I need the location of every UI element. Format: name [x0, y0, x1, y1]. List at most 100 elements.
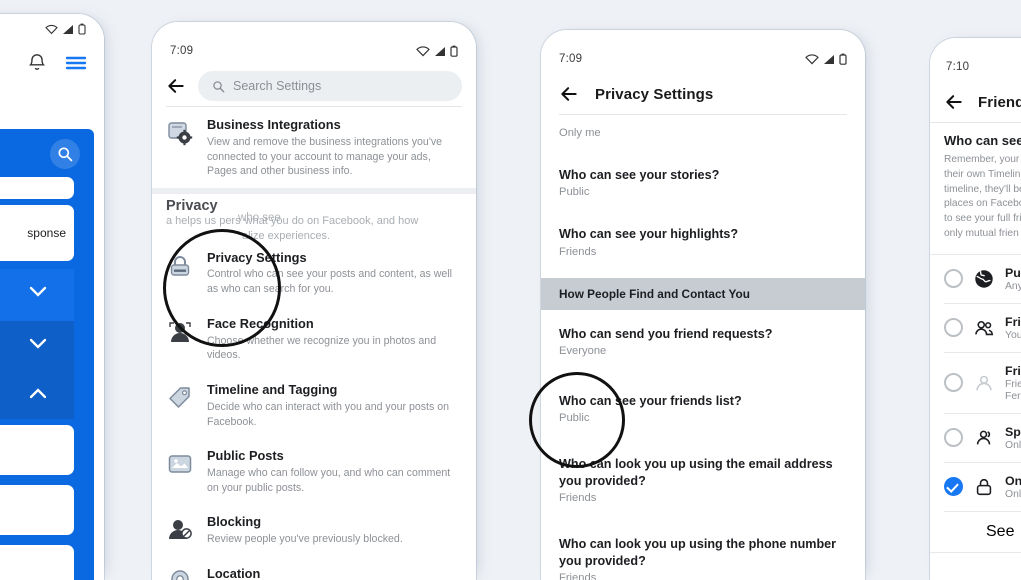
phone2-screen: 7:09 Search Settings Business Integratio… [152, 22, 476, 580]
back-arrow-icon[interactable] [944, 92, 964, 112]
status-clock: 7:09 [170, 45, 194, 57]
phone2-system-icons [416, 45, 458, 57]
qa-row-stories[interactable]: Who can see your stories? Public [541, 149, 865, 208]
row-subtitle: Review people you've previously blocked. [207, 533, 403, 546]
hamburger-menu-icon[interactable] [64, 53, 88, 78]
audience-option-public[interactable]: Pub Anyo [930, 255, 1021, 303]
row-subtitle: Decide who can interact with you and you… [207, 400, 450, 428]
signal-icon [63, 24, 73, 34]
phone1-collapsed-section-1[interactable] [0, 269, 74, 321]
back-arrow-icon[interactable] [559, 84, 579, 104]
block-user-icon [166, 516, 194, 544]
phone1-list-item[interactable] [0, 425, 74, 475]
bell-icon[interactable] [26, 52, 48, 79]
explainer-line: Remember, your f [944, 154, 1021, 165]
settings-row-location[interactable]: Location Manage your location settings. [152, 556, 476, 580]
radio-button[interactable] [944, 428, 963, 448]
row-title: Business Integrations [207, 117, 341, 132]
battery-icon [78, 23, 86, 35]
row-answer: Everyone [559, 345, 607, 358]
explainer-heading: Who can see [944, 133, 1021, 148]
row-title: Location [207, 565, 261, 580]
phone1-list-item[interactable] [0, 545, 74, 580]
see-more-row[interactable]: See [930, 512, 1021, 552]
settings-row-public-posts[interactable]: Public Posts Manage who can follow you, … [152, 438, 476, 504]
phone4-nav-row: Friends [930, 82, 1021, 122]
option-sublabel: Only [1005, 488, 1021, 500]
phone1-expanded-section[interactable] [0, 373, 74, 419]
page-title: Friends [978, 93, 1021, 111]
option-sublabel-2: Ferdi [1005, 390, 1021, 402]
cut-off-question [559, 117, 847, 124]
row-question: Who can see your friends list? [559, 394, 742, 409]
settings-row-blocking[interactable]: Blocking Review people you've previously… [152, 504, 476, 556]
audience-option-only-me[interactable]: Only Only [930, 463, 1021, 511]
phone-mockup-2: 7:09 Search Settings Business Integratio… [152, 22, 476, 580]
person-icon [973, 372, 995, 394]
settings-row-timeline-tagging[interactable]: Timeline and Tagging Decide who can inte… [152, 372, 476, 438]
row-title: Blocking [207, 514, 262, 530]
status-clock: 7:10 [946, 61, 970, 73]
qa-row-friends-list[interactable]: Who can see your friends list? Public [541, 367, 865, 434]
back-arrow-icon[interactable] [166, 76, 186, 96]
location-pin-icon [166, 568, 194, 580]
phone1-list-item[interactable] [0, 485, 74, 535]
lock-icon [166, 252, 194, 280]
row-answer: Only me [559, 127, 601, 139]
radio-button[interactable] [944, 269, 963, 289]
row-question: Who can see your highlights? [559, 227, 739, 242]
settings-row-face-recognition[interactable]: Face Recognition Choose whether we recog… [152, 306, 476, 372]
audience-option-friends-except[interactable]: Frie Frien Ferdi [930, 353, 1021, 413]
row-title: Privacy Settings [207, 249, 307, 265]
phone1-card-1[interactable] [0, 177, 74, 199]
search-input[interactable]: Search Settings [198, 71, 462, 101]
search-icon [213, 80, 225, 92]
see-more-label: See [986, 522, 1015, 540]
section-heading: Privacy [166, 197, 218, 214]
phone1-blue-panel: sponse [0, 129, 94, 580]
settings-row-business-integrations[interactable]: Business Integrations View and remove th… [152, 107, 476, 188]
phone2-nav-row: Search Settings [152, 66, 476, 106]
radio-button[interactable] [944, 373, 963, 393]
wifi-icon [416, 45, 430, 56]
audience-option-specific-friends[interactable]: Spe Only [930, 414, 1021, 462]
phone1-status-bar [0, 14, 104, 44]
chevron-down-icon [28, 337, 48, 355]
qa-row-phone-lookup[interactable]: Who can look you up using the phone numb… [541, 514, 865, 580]
section-blurb-c: alize experiences. [242, 229, 331, 242]
radio-button-selected[interactable] [944, 477, 963, 497]
business-integrations-icon [166, 119, 194, 147]
privacy-section-header: Privacy who see a helps us pers what you… [152, 194, 476, 244]
row-subtitle: View and remove the business integration… [207, 135, 443, 178]
search-icon[interactable] [50, 139, 80, 169]
row-question: Who can look you up using the phone numb… [559, 537, 837, 568]
wifi-icon [45, 24, 58, 34]
qa-row-email-lookup[interactable]: Who can look you up using the email addr… [541, 434, 865, 514]
phone-mockup-4: 7:10 Friends Who can see Remember, your … [930, 38, 1021, 580]
section-header-find-contact: How People Find and Contact You [541, 277, 865, 310]
signal-icon [435, 46, 445, 56]
explainer-line: only mutual frien [944, 227, 1019, 239]
row-title: Timeline and Tagging [207, 381, 338, 397]
phone1-collapsed-section-2[interactable] [0, 321, 74, 373]
row-title: Face Recognition [207, 315, 314, 331]
audience-explainer: Who can see Remember, your f their own T… [930, 123, 1021, 254]
explainer-line: places on Faceboo [944, 198, 1021, 210]
tag-icon [166, 384, 194, 412]
row-answer: Public [559, 186, 590, 199]
radio-button[interactable] [944, 318, 963, 338]
settings-row-privacy-settings[interactable]: Privacy Settings Control who can see you… [152, 244, 476, 306]
audience-option-friends[interactable]: Frie Your [930, 304, 1021, 352]
row-subtitle: Choose whether we recognize you in photo… [207, 334, 437, 362]
option-label: Frie [1005, 363, 1021, 378]
friends-icon [973, 317, 995, 339]
phone1-system-icons [45, 23, 86, 35]
qa-row-cut-off[interactable]: Only me [541, 115, 865, 149]
face-recognition-icon [166, 318, 194, 346]
qa-row-friend-requests[interactable]: Who can send you friend requests? Everyo… [541, 310, 865, 367]
section-blurb-b: what you do on Facebook, and how [244, 214, 419, 227]
phone1-card-2[interactable]: sponse [0, 205, 74, 261]
chevron-down-icon [28, 285, 48, 303]
qa-row-highlights[interactable]: Who can see your highlights? Friends [541, 208, 865, 267]
phone-mockup-3: 7:09 Privacy Settings Only me Who can se… [541, 30, 865, 580]
